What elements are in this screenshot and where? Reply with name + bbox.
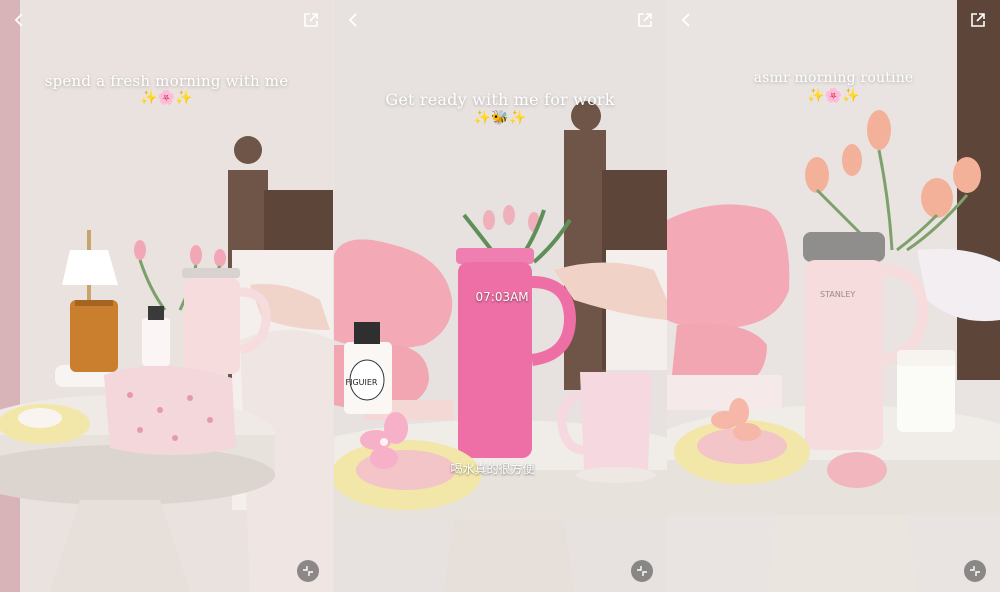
video-panel-2[interactable]: Get ready with me for work ✨🐝✨ 07:03AM 喝… (333, 0, 667, 592)
video-panel-1[interactable]: spend a fresh morning with me ✨🌸✨ (0, 0, 333, 592)
time-overlay: 07:03AM (475, 290, 529, 304)
video-title: spend a fresh morning with me (44, 72, 289, 90)
title-emoji: ✨🌸✨ (140, 90, 193, 106)
video-panel-3[interactable]: asmr morning routine ✨🌸✨ STANLEY (667, 0, 1000, 592)
video-title: asmr morning routine (753, 70, 914, 86)
share-button[interactable] (633, 8, 657, 32)
minimize-icon (303, 566, 313, 576)
minimize-button[interactable] (630, 560, 653, 582)
back-button[interactable] (675, 8, 699, 32)
share-external-icon (971, 13, 985, 27)
tumbler-brand-label: STANLEY (820, 290, 856, 299)
video-feed: spend a fresh morning with me ✨🌸✨ Get re… (0, 0, 1000, 592)
back-button[interactable] (8, 8, 32, 32)
video-title: Get ready with me for work (385, 90, 615, 109)
share-external-icon (304, 13, 318, 27)
video-caption: 喝水真的很方便 (450, 462, 535, 476)
minimize-button[interactable] (964, 560, 986, 582)
share-external-icon (637, 13, 652, 27)
chevron-left-icon (348, 13, 357, 27)
minimize-icon (970, 566, 980, 576)
share-button[interactable] (966, 8, 990, 32)
title-emoji: ✨🐝✨ (473, 110, 527, 126)
back-button[interactable] (342, 8, 366, 32)
chevron-left-icon (681, 13, 690, 27)
share-button[interactable] (299, 8, 323, 32)
candle-label: FIGUIER (345, 378, 378, 387)
chevron-left-icon (14, 13, 23, 27)
minimize-icon (636, 566, 647, 576)
title-emoji: ✨🌸✨ (807, 88, 860, 104)
minimize-button[interactable] (297, 560, 319, 582)
